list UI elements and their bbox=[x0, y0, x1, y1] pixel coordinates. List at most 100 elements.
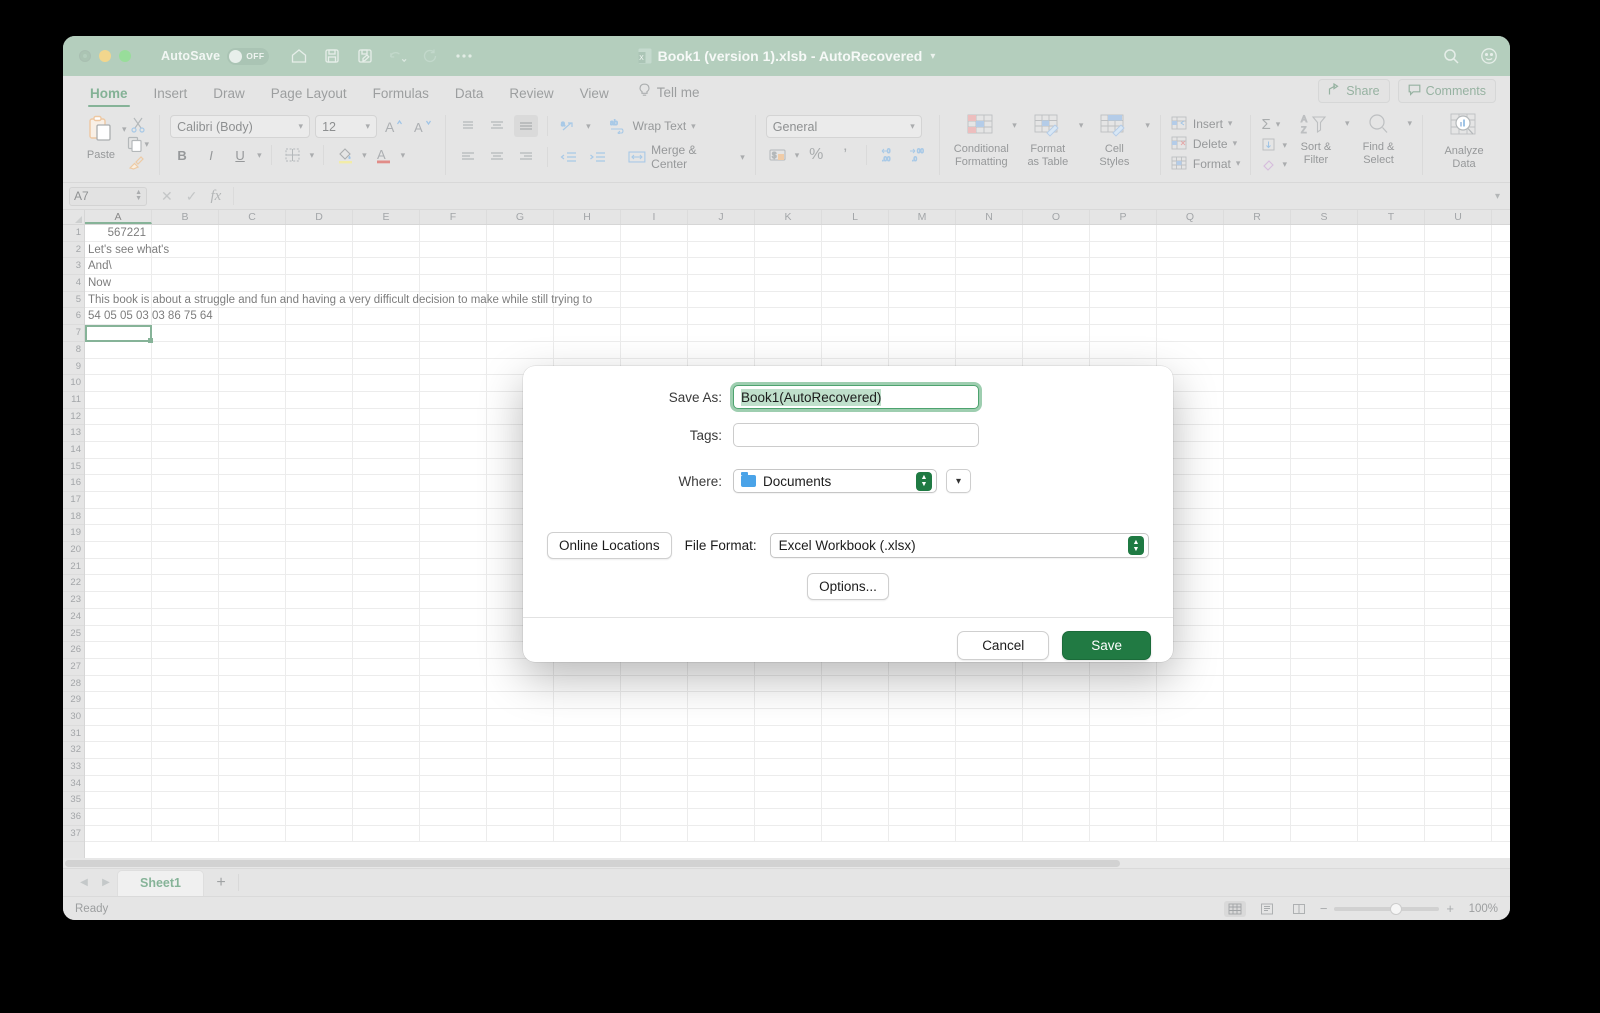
cell-R16[interactable] bbox=[1224, 475, 1291, 491]
cell-U4[interactable] bbox=[1425, 275, 1492, 291]
cell-E33[interactable] bbox=[353, 759, 420, 775]
cell-F18[interactable] bbox=[420, 508, 487, 525]
cell-U14[interactable] bbox=[1425, 441, 1492, 458]
cell-T15[interactable] bbox=[1358, 458, 1425, 475]
cell-L32[interactable] bbox=[822, 742, 889, 758]
row-header-22[interactable]: 22 bbox=[63, 575, 84, 593]
cell-K37[interactable] bbox=[755, 825, 822, 842]
cell-C21[interactable] bbox=[219, 558, 286, 575]
cell-S18[interactable] bbox=[1291, 508, 1358, 525]
cell-R34[interactable] bbox=[1224, 775, 1291, 792]
column-header-o[interactable]: O bbox=[1023, 210, 1090, 224]
cell-L6[interactable] bbox=[822, 308, 889, 325]
cell-S15[interactable] bbox=[1291, 458, 1358, 475]
comma-style-button[interactable]: ’ bbox=[833, 144, 857, 166]
delete-cells-button[interactable]: Delete ▾ bbox=[1171, 136, 1241, 151]
cell-S7[interactable] bbox=[1291, 325, 1358, 341]
cell-G30[interactable] bbox=[487, 708, 554, 725]
cell-J34[interactable] bbox=[688, 775, 755, 792]
clear-button[interactable]: ▾ bbox=[1261, 157, 1287, 171]
cell-A6[interactable]: 54 05 05 03 03 86 75 64 bbox=[85, 308, 216, 325]
cell-E21[interactable] bbox=[353, 558, 420, 575]
row-header-32[interactable]: 32 bbox=[63, 742, 84, 759]
cell-J36[interactable] bbox=[688, 809, 755, 825]
cell-A28[interactable] bbox=[85, 675, 152, 692]
cell-D12[interactable] bbox=[286, 408, 353, 425]
cell-O3[interactable] bbox=[1023, 258, 1090, 275]
column-header-u[interactable]: U bbox=[1425, 210, 1492, 224]
cell-R21[interactable] bbox=[1224, 558, 1291, 575]
cell-B22[interactable] bbox=[152, 575, 219, 592]
cell-B29[interactable] bbox=[152, 692, 219, 708]
column-header-m[interactable]: M bbox=[889, 210, 956, 224]
cell-T23[interactable] bbox=[1358, 592, 1425, 608]
cell-U27[interactable] bbox=[1425, 658, 1492, 675]
cell-B36[interactable] bbox=[152, 809, 219, 825]
cell-J3[interactable] bbox=[688, 258, 755, 275]
cell-S8[interactable] bbox=[1291, 341, 1358, 358]
cell-L3[interactable] bbox=[822, 258, 889, 275]
cell-F30[interactable] bbox=[420, 708, 487, 725]
cell-Q30[interactable] bbox=[1157, 708, 1224, 725]
cell-B15[interactable] bbox=[152, 458, 219, 475]
cell-T4[interactable] bbox=[1358, 275, 1425, 291]
cell-O35[interactable] bbox=[1023, 792, 1090, 809]
cell-O31[interactable] bbox=[1023, 725, 1090, 742]
cell-T8[interactable] bbox=[1358, 341, 1425, 358]
cell-J6[interactable] bbox=[688, 308, 755, 325]
cell-O8[interactable] bbox=[1023, 341, 1090, 358]
cell-C8[interactable] bbox=[219, 341, 286, 358]
cell-G37[interactable] bbox=[487, 825, 554, 842]
cell-O37[interactable] bbox=[1023, 825, 1090, 842]
wrap-text-chevron-down-icon[interactable]: ▾ bbox=[691, 121, 696, 132]
cell-E12[interactable] bbox=[353, 408, 420, 425]
cell-O33[interactable] bbox=[1023, 759, 1090, 775]
cell-D24[interactable] bbox=[286, 608, 353, 625]
cell-R6[interactable] bbox=[1224, 308, 1291, 325]
cell-H8[interactable] bbox=[554, 341, 621, 358]
cell-P31[interactable] bbox=[1090, 725, 1157, 742]
cell-O32[interactable] bbox=[1023, 742, 1090, 758]
cell-F23[interactable] bbox=[420, 592, 487, 608]
cell-Q8[interactable] bbox=[1157, 341, 1224, 358]
cell-E36[interactable] bbox=[353, 809, 420, 825]
cell-D23[interactable] bbox=[286, 592, 353, 608]
cell-R15[interactable] bbox=[1224, 458, 1291, 475]
cell-T2[interactable] bbox=[1358, 241, 1425, 258]
name-box[interactable]: A7 ▲ ▼ bbox=[69, 186, 147, 206]
cell-R2[interactable] bbox=[1224, 241, 1291, 258]
cell-P3[interactable] bbox=[1090, 258, 1157, 275]
cell-C24[interactable] bbox=[219, 608, 286, 625]
cell-F2[interactable] bbox=[420, 241, 487, 258]
home-icon[interactable] bbox=[289, 47, 308, 66]
cell-U37[interactable] bbox=[1425, 825, 1492, 842]
cell-C32[interactable] bbox=[219, 742, 286, 758]
cell-Q6[interactable] bbox=[1157, 308, 1224, 325]
save-as-input[interactable]: Book1(AutoRecovered) bbox=[733, 385, 979, 409]
cell-O6[interactable] bbox=[1023, 308, 1090, 325]
cell-R11[interactable] bbox=[1224, 391, 1291, 408]
cell-I33[interactable] bbox=[621, 759, 688, 775]
row-header-30[interactable]: 30 bbox=[63, 709, 84, 726]
cell-I36[interactable] bbox=[621, 809, 688, 825]
cell-R18[interactable] bbox=[1224, 508, 1291, 525]
normal-view-button[interactable] bbox=[1223, 900, 1246, 917]
cell-S27[interactable] bbox=[1291, 658, 1358, 675]
tab-home[interactable]: Home bbox=[77, 86, 141, 107]
cell-R24[interactable] bbox=[1224, 608, 1291, 625]
cell-L33[interactable] bbox=[822, 759, 889, 775]
cell-J2[interactable] bbox=[688, 241, 755, 258]
cell-S4[interactable] bbox=[1291, 275, 1358, 291]
cell-U13[interactable] bbox=[1425, 425, 1492, 441]
maximize-button[interactable] bbox=[119, 50, 131, 62]
cell-S2[interactable] bbox=[1291, 241, 1358, 258]
cell-E24[interactable] bbox=[353, 608, 420, 625]
cell-U18[interactable] bbox=[1425, 508, 1492, 525]
cell-R22[interactable] bbox=[1224, 575, 1291, 592]
decrease-indent-icon[interactable] bbox=[557, 146, 581, 168]
font-color-chevron-down-icon[interactable]: ▾ bbox=[401, 150, 406, 161]
cell-D22[interactable] bbox=[286, 575, 353, 592]
cell-I28[interactable] bbox=[621, 675, 688, 692]
cell-G35[interactable] bbox=[487, 792, 554, 809]
cell-I3[interactable] bbox=[621, 258, 688, 275]
